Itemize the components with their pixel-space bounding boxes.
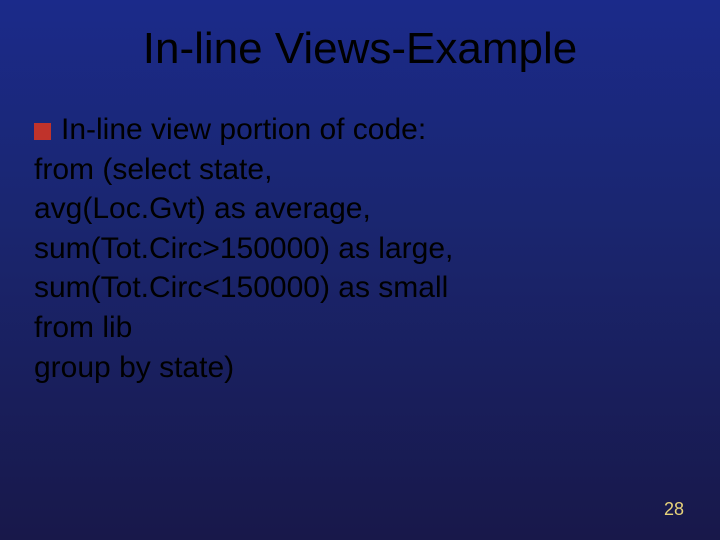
code-line: from (select state, [34, 150, 680, 190]
code-line: avg(Loc.Gvt) as average, [34, 189, 680, 229]
bullet-item: In-line view portion of code: [34, 110, 680, 150]
slide: In-line Views-Example In-line view porti… [0, 0, 720, 540]
code-line: sum(Tot.Circ<150000) as small [34, 268, 680, 308]
bullet-text: In-line view portion of code: [61, 113, 426, 146]
bullet-icon [34, 123, 51, 140]
slide-title: In-line Views-Example [0, 24, 720, 74]
code-line: from lib [34, 308, 680, 348]
code-line: group by state) [34, 348, 680, 388]
slide-body: In-line view portion of code: from (sele… [34, 110, 680, 387]
code-line: sum(Tot.Circ>150000) as large, [34, 229, 680, 269]
page-number: 28 [664, 499, 684, 520]
